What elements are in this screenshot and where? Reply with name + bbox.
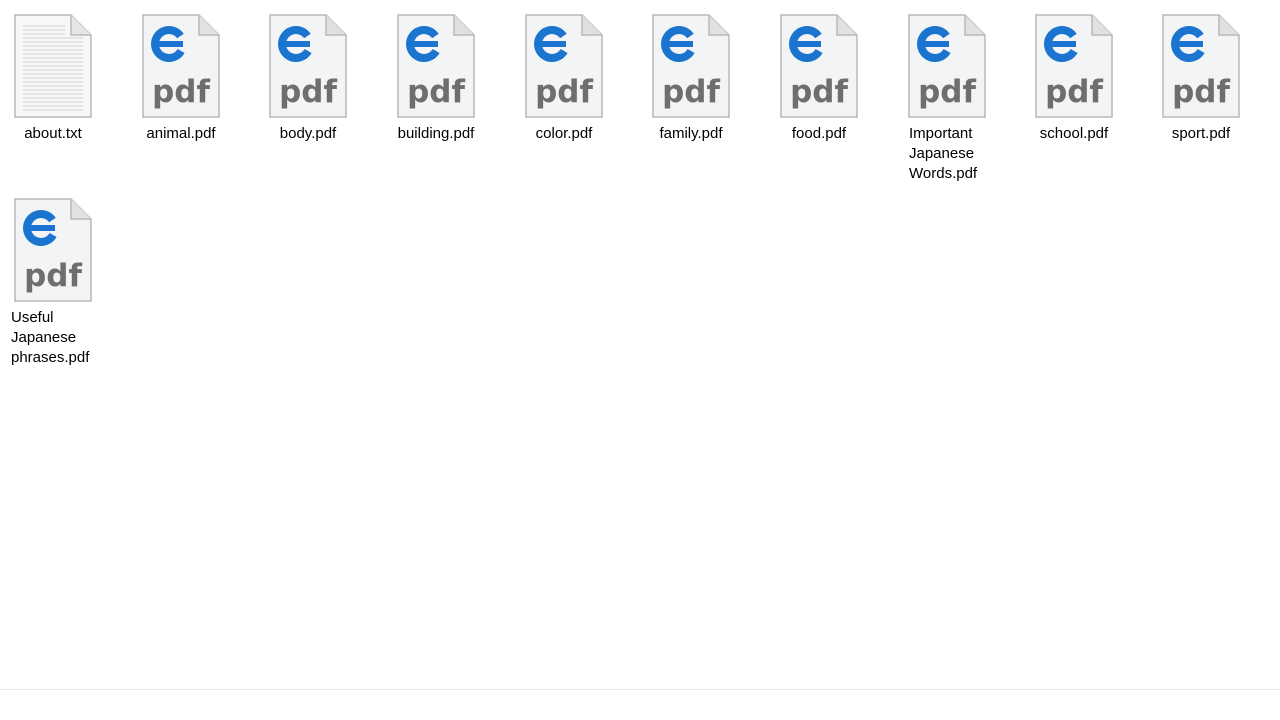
edge-pdf-icon: pdf	[14, 198, 92, 302]
file-item-school-pdf[interactable]: pdf school.pdf	[1022, 14, 1126, 144]
edge-pdf-icon: pdf	[780, 14, 858, 118]
file-item-important-japanese-words-pdf[interactable]: pdf Important Japanese Words.pdf	[895, 14, 999, 184]
file-name-label: sport.pdf	[1171, 125, 1231, 142]
text-file-icon	[14, 14, 92, 118]
pdf-icon-text: pdf	[918, 74, 976, 110]
file-name-label: Useful Japanese phrases.pdf	[11, 309, 90, 366]
file-item-useful-japanese-phrases-pdf[interactable]: pdf Useful Japanese phrases.pdf	[1, 198, 105, 368]
edge-pdf-icon: pdf	[1162, 14, 1240, 118]
edge-pdf-icon: pdf	[525, 14, 603, 118]
edge-pdf-icon: pdf	[652, 14, 730, 118]
status-bar	[0, 690, 1280, 720]
pdf-icon-text: pdf	[535, 74, 593, 110]
pdf-icon-text: pdf	[1045, 74, 1103, 110]
file-item-body-pdf[interactable]: pdf body.pdf	[256, 14, 360, 144]
file-item-family-pdf[interactable]: pdf family.pdf	[639, 14, 743, 144]
pdf-icon-text: pdf	[1172, 74, 1230, 110]
file-item-sport-pdf[interactable]: pdf sport.pdf	[1149, 14, 1253, 144]
edge-pdf-icon: pdf	[269, 14, 347, 118]
file-name-label: Important Japanese Words.pdf	[909, 125, 978, 182]
pdf-icon-text: pdf	[790, 74, 848, 110]
file-item-color-pdf[interactable]: pdf color.pdf	[512, 14, 616, 144]
edge-pdf-icon: pdf	[397, 14, 475, 118]
file-name-label: about.txt	[24, 125, 82, 142]
file-item-building-pdf[interactable]: pdf building.pdf	[384, 14, 488, 144]
file-name-label: color.pdf	[535, 125, 593, 142]
pdf-icon-text: pdf	[152, 74, 210, 110]
file-name-label: food.pdf	[791, 125, 847, 142]
file-item-animal-pdf[interactable]: pdf animal.pdf	[129, 14, 233, 144]
edge-pdf-icon: pdf	[142, 14, 220, 118]
file-name-label: school.pdf	[1039, 125, 1109, 142]
file-name-label: building.pdf	[397, 125, 475, 142]
edge-pdf-icon: pdf	[1035, 14, 1113, 118]
pdf-icon-text: pdf	[662, 74, 720, 110]
pdf-icon-text: pdf	[407, 74, 465, 110]
folder-view[interactable]: about.txt pdf animal.pdf pdf body.pdf pd…	[0, 0, 1280, 689]
edge-pdf-icon: pdf	[908, 14, 986, 118]
file-name-label: animal.pdf	[146, 125, 216, 142]
file-name-label: family.pdf	[659, 125, 723, 142]
file-item-food-pdf[interactable]: pdf food.pdf	[767, 14, 871, 144]
file-name-label: body.pdf	[279, 125, 337, 142]
file-item-about-txt[interactable]: about.txt	[1, 14, 105, 144]
pdf-icon-text: pdf	[279, 74, 337, 110]
pdf-icon-text: pdf	[24, 258, 82, 294]
